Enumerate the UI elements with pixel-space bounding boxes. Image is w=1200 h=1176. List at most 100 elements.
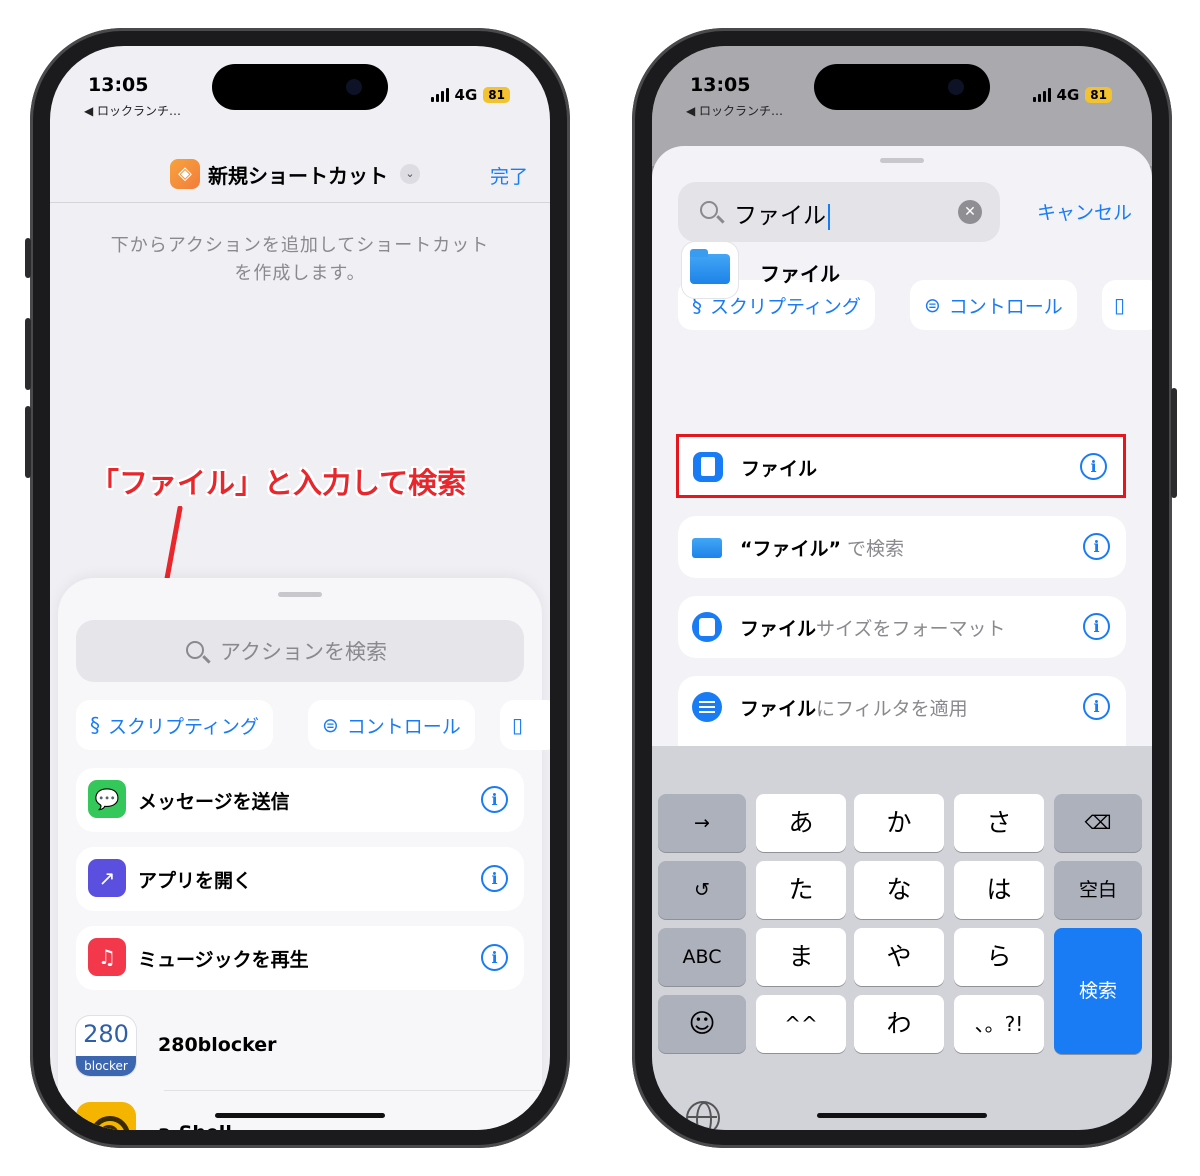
sheet-grabber[interactable] <box>880 158 924 163</box>
result-row[interactable]: ファイルにフィルタを適用 i <box>678 676 1126 746</box>
action-row[interactable]: 💬 メッセージを送信 i <box>76 768 524 832</box>
phone-right: 13:05 ◀ ロックランチ… 4G 81 ファイル ✕ キャンセル § スクリ… <box>632 28 1177 1148</box>
music-icon: ♫ <box>88 938 126 976</box>
chip-control[interactable]: ⊜ コントロール <box>308 700 475 750</box>
info-icon[interactable]: i <box>1080 453 1107 480</box>
volume-down-button <box>25 406 31 478</box>
page-title[interactable]: 新規ショートカット <box>208 160 388 189</box>
battery-icon: 81 <box>1085 87 1112 103</box>
folder-icon <box>692 532 722 562</box>
files-app-icon[interactable] <box>682 242 738 298</box>
key-ra[interactable]: ら <box>954 928 1044 986</box>
result-label: ファイルにフィルタを適用 <box>740 698 968 720</box>
space-key[interactable]: 空白 <box>1054 861 1142 919</box>
key-ta[interactable]: た <box>756 861 846 919</box>
key-punctuation[interactable]: 、。?! <box>954 995 1044 1053</box>
chevron-down-icon[interactable]: ⌄ <box>400 164 420 184</box>
app-list-item[interactable]: 280 blocker 280blocker <box>76 1010 518 1084</box>
info-icon[interactable]: i <box>481 944 508 971</box>
backspace-icon[interactable]: ⌫ <box>1054 794 1142 852</box>
dynamic-island <box>212 64 388 110</box>
info-icon[interactable]: i <box>1083 613 1110 640</box>
result-row-highlighted[interactable]: ファイル i <box>676 434 1126 498</box>
action-label: ミュージックを再生 <box>138 949 309 971</box>
toggle-icon: ⊜ <box>322 713 339 737</box>
annotation-text: 「ファイル」と入力して検索 <box>90 466 467 500</box>
chip-label: コントロール <box>948 295 1063 318</box>
home-indicator[interactable] <box>817 1113 987 1118</box>
signal-icon <box>1032 88 1051 102</box>
app-section-title[interactable]: ファイル <box>760 258 840 287</box>
script-icon: § <box>90 713 100 737</box>
key-next[interactable]: → <box>658 794 746 852</box>
action-sheet: アクションを検索 § スクリプティング ⊜ コントロール ▯ 💬 メッセージを送… <box>58 578 550 1130</box>
clear-icon[interactable]: ✕ <box>958 200 982 224</box>
action-label: メッセージを送信 <box>138 791 290 813</box>
info-icon[interactable]: i <box>481 786 508 813</box>
search-icon <box>700 201 718 219</box>
chip-label: コントロール <box>346 715 461 738</box>
result-label: ファイル <box>741 458 818 480</box>
key-a[interactable]: あ <box>756 794 846 852</box>
info-icon[interactable]: i <box>1083 693 1110 720</box>
undo-icon[interactable]: ↺ <box>658 861 746 919</box>
screen-left: 13:05 ◀ ロックランチ… 4G 81 ◈ 新規ショートカット ⌄ 完了 下… <box>50 46 550 1130</box>
info-icon[interactable]: i <box>481 865 508 892</box>
cancel-button[interactable]: キャンセル <box>1037 198 1132 225</box>
signal-icon <box>430 88 449 102</box>
toggle-icon: ⊜ <box>924 293 941 317</box>
message-icon: 💬 <box>88 780 126 818</box>
back-to-app-link[interactable]: ◀ ロックランチ… <box>84 102 181 119</box>
battery-icon: 81 <box>483 87 510 103</box>
screen-right: 13:05 ◀ ロックランチ… 4G 81 ファイル ✕ キャンセル § スクリ… <box>652 46 1152 1130</box>
chip-control[interactable]: ⊜ コントロール <box>910 280 1077 330</box>
chip-label: スクリプティング <box>108 715 259 738</box>
key-kaomoji[interactable]: ^^ <box>756 995 846 1053</box>
phone-icon: ▯ <box>512 713 524 737</box>
app-name: a-Shell <box>158 1122 232 1130</box>
phone-left: 13:05 ◀ ロックランチ… 4G 81 ◈ 新規ショートカット ⌄ 完了 下… <box>25 28 570 1148</box>
result-row[interactable]: ファイルサイズをフォーマット i <box>678 596 1126 658</box>
filter-icon <box>692 692 722 722</box>
key-na[interactable]: な <box>854 861 944 919</box>
action-row[interactable]: ♫ ミュージックを再生 i <box>76 926 524 990</box>
search-input[interactable]: ファイル ✕ <box>678 182 1000 242</box>
search-input[interactable]: アクションを検索 <box>76 620 524 682</box>
status-indicators: 4G 81 <box>430 86 510 104</box>
document-icon <box>693 452 723 482</box>
key-sa[interactable]: さ <box>954 794 1044 852</box>
home-indicator[interactable] <box>215 1113 385 1118</box>
action-row[interactable]: ↗ アプリを開く i <box>76 847 524 911</box>
chip-scripting[interactable]: § スクリプティング <box>76 700 273 750</box>
volume-up-button <box>25 318 31 390</box>
info-icon[interactable]: i <box>1083 533 1110 560</box>
globe-icon[interactable] <box>686 1101 720 1130</box>
chip-device[interactable]: ▯ <box>1102 280 1152 330</box>
abc-key[interactable]: ABC <box>658 928 746 986</box>
emoji-icon[interactable]: ☺ <box>658 995 746 1053</box>
key-ma[interactable]: ま <box>756 928 846 986</box>
action-button <box>25 238 31 278</box>
search-key[interactable]: 検索 <box>1054 928 1142 1054</box>
status-time: 13:05 <box>88 74 149 96</box>
key-ha[interactable]: は <box>954 861 1044 919</box>
sheet-grabber[interactable] <box>278 592 322 597</box>
key-wa[interactable]: わ <box>854 995 944 1053</box>
file-size-icon <box>692 612 722 642</box>
nav-bar: ◈ 新規ショートカット ⌄ 完了 <box>50 146 550 202</box>
chip-device[interactable]: ▯ <box>500 700 550 750</box>
key-ka[interactable]: か <box>854 794 944 852</box>
back-to-app-link[interactable]: ◀ ロックランチ… <box>686 102 783 119</box>
open-app-icon: ↗ <box>88 859 126 897</box>
app-name: 280blocker <box>158 1034 277 1056</box>
dynamic-island <box>814 64 990 110</box>
result-row[interactable]: “ファイル” で検索 i <box>678 516 1126 578</box>
chip-label: スクリプティング <box>710 295 861 318</box>
search-icon <box>186 641 204 659</box>
network-label: 4G <box>1056 86 1080 104</box>
divider <box>164 1090 542 1091</box>
action-label: アプリを開く <box>138 870 253 892</box>
japanese-keyboard: → あ か さ ⌫ ↺ た な は 空白 ABC ま や ら 検索 ☺ ^^ わ… <box>652 746 1152 1130</box>
key-ya[interactable]: や <box>854 928 944 986</box>
done-button[interactable]: 完了 <box>490 162 528 189</box>
